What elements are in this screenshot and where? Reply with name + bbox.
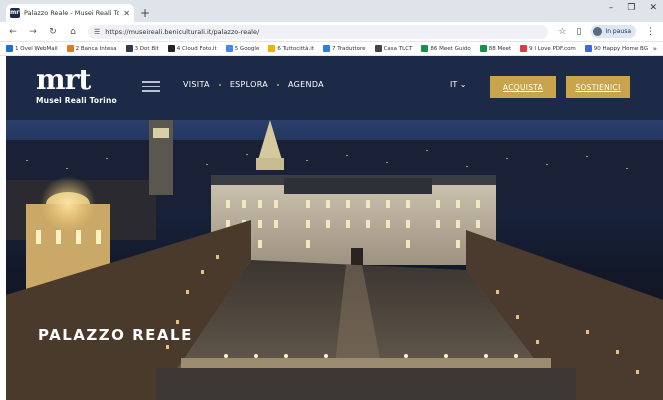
- site-logo[interactable]: mrt Musei Reali Torino: [36, 64, 126, 114]
- bookmark-item[interactable]: 2 Banca Intesa: [66, 45, 117, 52]
- bookmark-favicon-icon: [225, 45, 233, 52]
- language-selector[interactable]: IT ⌄: [450, 80, 467, 89]
- bookmark-item[interactable]: 86 Meet Guido: [421, 45, 471, 52]
- browser-toolbar: ← → ↻ ⌂ ☰ ☆ ▯ In pausa ⋮: [0, 22, 663, 42]
- new-tab-button[interactable]: +: [140, 4, 150, 22]
- logo-mark: mrt: [36, 63, 91, 96]
- bookmark-label: 5 Google: [234, 45, 260, 52]
- bookmark-label: 86 Meet Guido: [430, 45, 471, 52]
- window-controls: – ❐ ✕: [609, 3, 657, 13]
- url-input[interactable]: [105, 27, 543, 36]
- bookmark-favicon-icon: [584, 45, 592, 52]
- bookmark-favicon-icon: [6, 45, 13, 52]
- browser-tab[interactable]: mrt Palazzo Reale - Musei Reali Tori ✕: [6, 4, 134, 22]
- bookmark-label: 90 Happy Home BG: [593, 45, 648, 52]
- back-icon[interactable]: ←: [8, 27, 18, 37]
- profile-button[interactable]: In pausa: [591, 25, 636, 38]
- bookmark-favicon-icon: [268, 45, 276, 52]
- tab-close-icon[interactable]: ✕: [123, 9, 130, 18]
- nav-esplora[interactable]: ESPLORA: [230, 80, 268, 89]
- acquista-button[interactable]: ACQUISTA: [490, 76, 556, 98]
- palazzo-night-illustration: [6, 120, 663, 400]
- bookmark-label: Casa TLCT: [383, 45, 413, 52]
- menu-icon[interactable]: ⋮: [646, 27, 655, 37]
- sidepanel-icon[interactable]: ▯: [576, 27, 581, 37]
- hero-image: PALAZZO REALE: [6, 120, 663, 400]
- bookmarks-overflow-icon[interactable]: »: [653, 45, 657, 53]
- nav-separator-dot: [277, 83, 280, 86]
- nav-agenda[interactable]: AGENDA: [288, 80, 324, 89]
- sostienici-button[interactable]: SOSTIENICI: [566, 76, 630, 98]
- bookmark-item[interactable]: 7 Traduttore: [322, 45, 366, 52]
- bookmark-favicon-icon: [66, 45, 74, 52]
- home-icon[interactable]: ⌂: [68, 27, 78, 37]
- bookmark-label: 7 Traduttore: [331, 45, 366, 52]
- bookmark-favicon-icon: [374, 45, 382, 52]
- bookmark-item[interactable]: 4 Cloud Foto.it: [167, 45, 217, 52]
- bookmark-label: 88 Meet: [488, 45, 512, 52]
- star-icon[interactable]: ☆: [558, 27, 566, 37]
- chevron-down-icon: ⌄: [459, 80, 467, 89]
- bookmark-item[interactable]: 5 Google: [225, 45, 260, 52]
- bookmark-label: 9 I Love PDF.com: [529, 45, 576, 52]
- bookmark-item[interactable]: 1 Ovel WebMail: [6, 45, 58, 52]
- bookmark-favicon-icon: [421, 45, 429, 52]
- forward-icon[interactable]: →: [28, 27, 38, 37]
- bookmark-label: 3 Dot Bit: [134, 45, 159, 52]
- bookmark-item[interactable]: 90 Happy Home BG: [584, 45, 648, 52]
- hamburger-menu-icon[interactable]: [142, 81, 160, 95]
- hero-title: PALAZZO REALE: [38, 326, 193, 344]
- bookmark-label: 1 Ovel WebMail: [15, 45, 58, 52]
- nav-visita[interactable]: VISITA: [183, 80, 210, 89]
- logo-name: Musei Reali Torino: [36, 96, 117, 105]
- bookmark-label: 6 Tuttocittà.it: [277, 45, 314, 52]
- bookmark-item[interactable]: 88 Meet: [479, 45, 512, 52]
- bookmark-item[interactable]: Casa TLCT: [374, 45, 413, 52]
- reload-icon[interactable]: ↻: [48, 27, 58, 37]
- main-nav: VISITA ESPLORA AGENDA: [183, 80, 324, 89]
- bookmark-label: 2 Banca Intesa: [75, 45, 117, 52]
- site-favicon-icon: mrt: [10, 8, 23, 18]
- tab-title: Palazzo Reale - Musei Reali Tori: [24, 9, 120, 17]
- bookmark-item[interactable]: 9 I Love PDF.com: [520, 45, 576, 52]
- bookmark-item[interactable]: 6 Tuttocittà.it: [268, 45, 314, 52]
- bookmark-favicon-icon: [125, 45, 133, 52]
- bookmarks-bar: 1 Ovel WebMail 2 Banca Intesa 3 Dot Bit 4 C…: [0, 42, 663, 56]
- nav-separator-dot: [218, 83, 221, 86]
- minimize-icon[interactable]: –: [609, 3, 614, 13]
- bookmark-favicon-icon: [167, 45, 175, 52]
- bookmark-favicon-icon: [322, 45, 330, 52]
- bookmark-favicon-icon: [520, 45, 528, 52]
- maximize-icon[interactable]: ❐: [627, 3, 635, 13]
- avatar: [593, 27, 603, 36]
- close-window-icon[interactable]: ✕: [649, 3, 657, 13]
- browser-tabstrip: mrt Palazzo Reale - Musei Reali Tori ✕ +…: [0, 0, 663, 22]
- bookmark-label: 4 Cloud Foto.it: [176, 45, 217, 52]
- language-label: IT: [450, 80, 458, 89]
- address-bar[interactable]: ☰: [88, 24, 549, 39]
- site-info-icon[interactable]: ☰: [94, 28, 100, 36]
- site-header: mrt Musei Reali Torino VISITA ESPLORA AG…: [6, 56, 663, 120]
- bookmark-item[interactable]: 3 Dot Bit: [125, 45, 159, 52]
- profile-label: In pausa: [605, 28, 631, 35]
- bookmark-favicon-icon: [479, 45, 487, 52]
